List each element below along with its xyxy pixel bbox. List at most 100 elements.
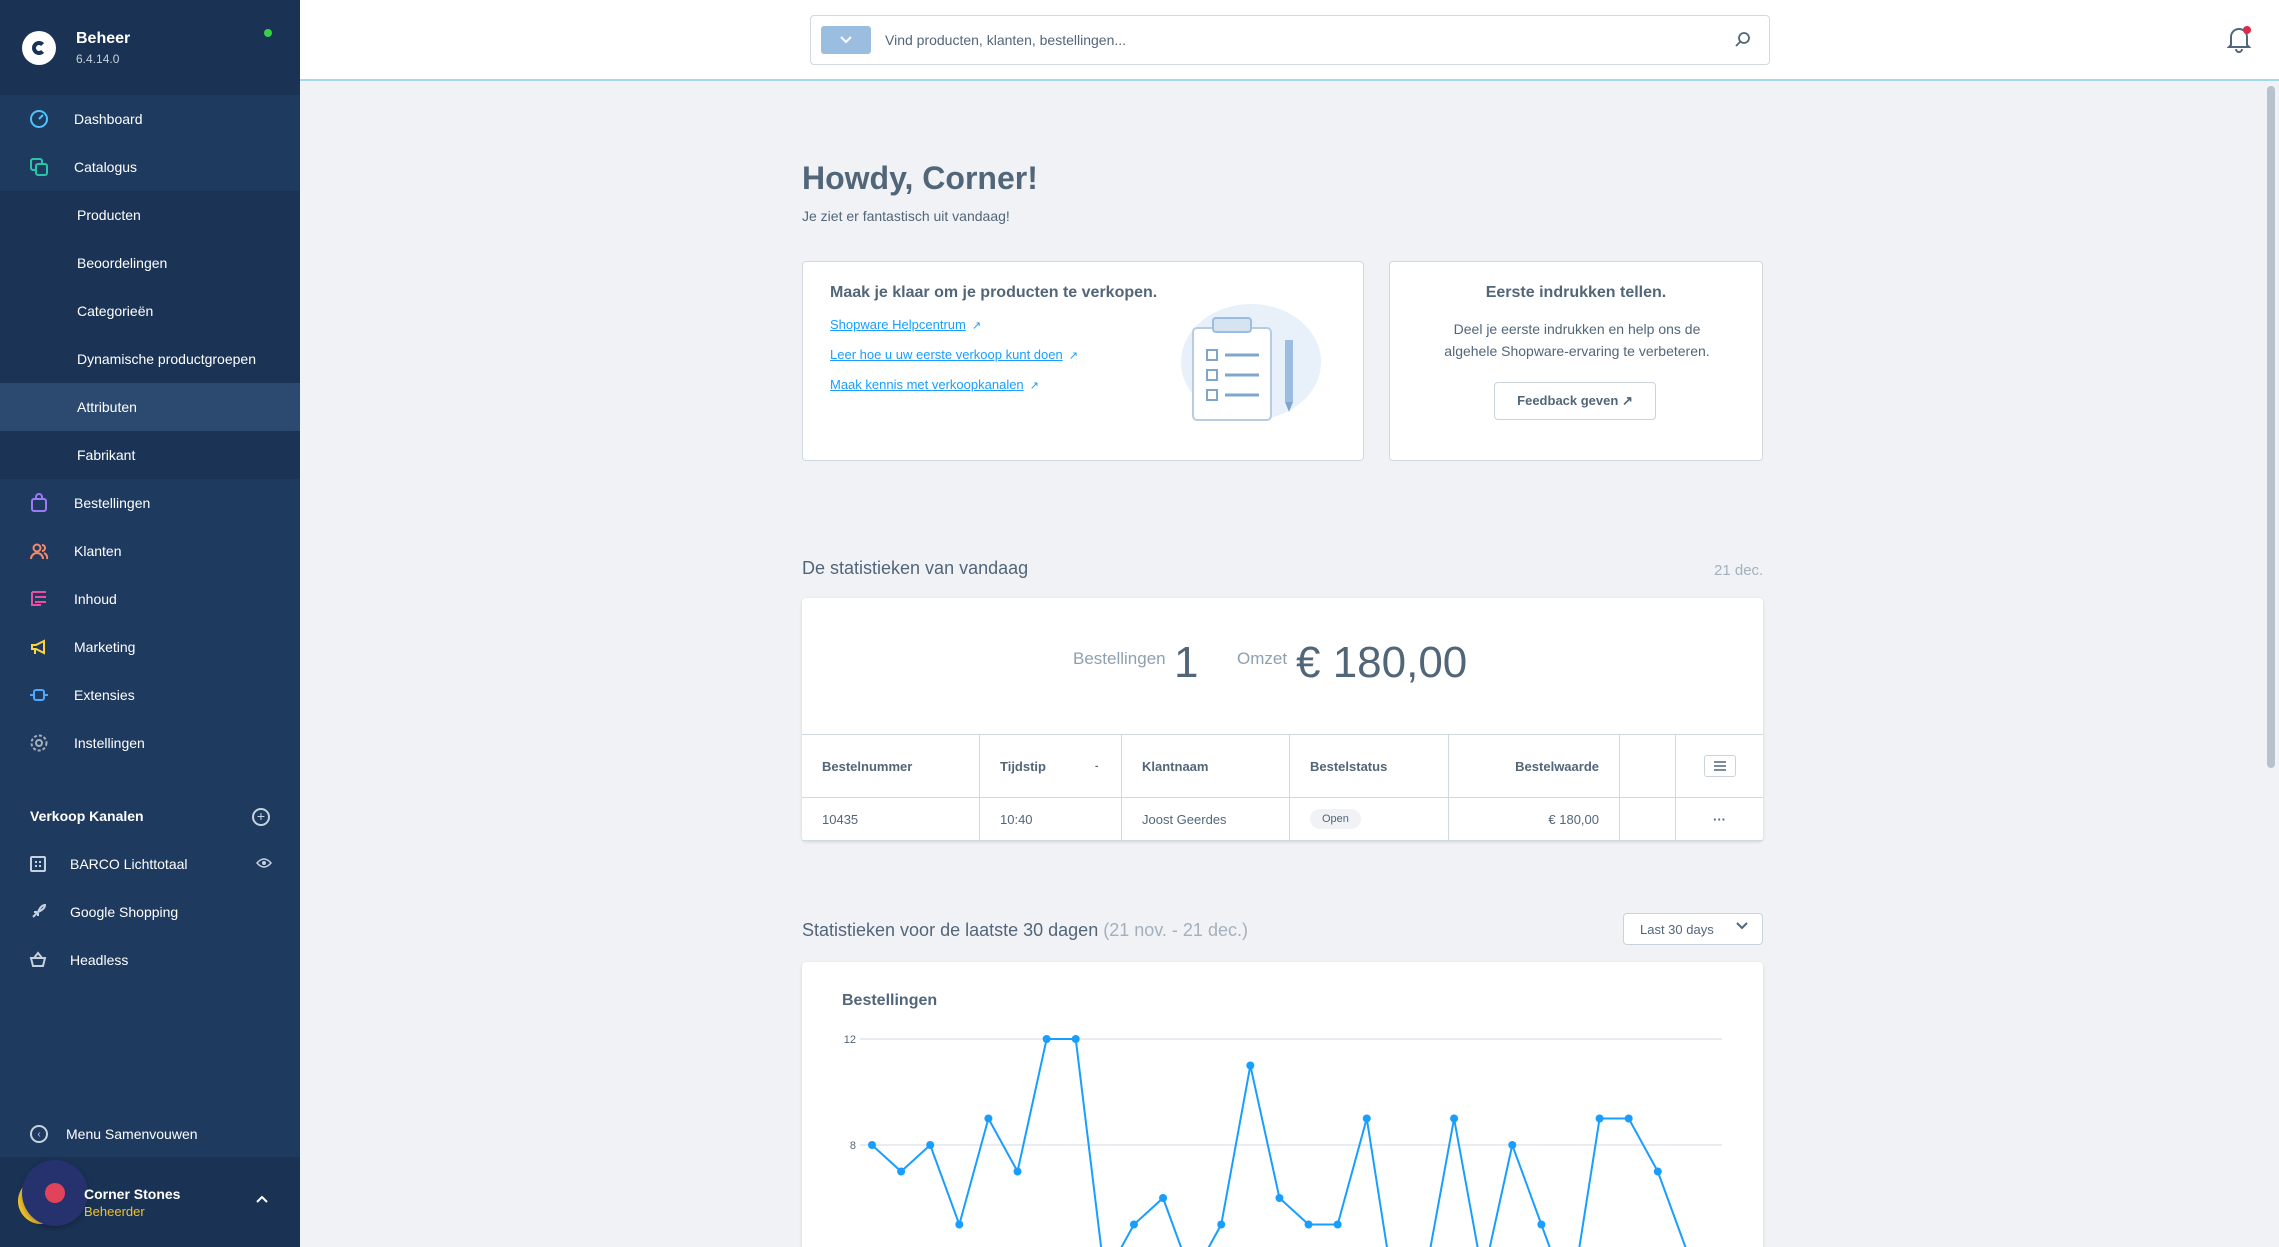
stats-30-range: (21 nov. - 21 dec.): [1103, 920, 1248, 940]
first-sale-link[interactable]: Leer hoe u uw eerste verkoop kunt doen ↗: [830, 347, 1078, 362]
sales-channel-headless[interactable]: Headless: [0, 936, 300, 984]
data-point[interactable]: [1362, 1114, 1371, 1123]
column-header-tijdstip[interactable]: Tijdstip -: [980, 735, 1122, 797]
plug-icon: [28, 684, 50, 706]
date-range-select[interactable]: Last 30 days: [1623, 913, 1763, 945]
data-point[interactable]: [984, 1114, 993, 1123]
sidebar-item-marketing[interactable]: Marketing: [0, 623, 300, 671]
search-type-dropdown[interactable]: [821, 26, 871, 54]
sidebar-item-catalogus[interactable]: Catalogus: [0, 143, 300, 191]
sales-channel-google-shopping[interactable]: Google Shopping: [0, 888, 300, 936]
sort-icon: -: [1095, 760, 1099, 772]
data-point[interactable]: [1217, 1220, 1226, 1229]
data-point[interactable]: [1246, 1061, 1255, 1070]
gear-icon: [28, 732, 50, 754]
data-point[interactable]: [1071, 1035, 1080, 1043]
data-point[interactable]: [1653, 1167, 1662, 1176]
shopware-logo-icon: [22, 30, 56, 65]
data-point[interactable]: [1304, 1220, 1313, 1229]
orders-kpi-value: 1: [1174, 638, 1199, 687]
column-spacer: [1620, 735, 1676, 797]
sidebar-item-instellingen[interactable]: Instellingen: [0, 719, 300, 767]
sales-channels-title: Verkoop Kanalen: [30, 808, 144, 824]
external-link-icon: ↗: [971, 320, 982, 332]
notification-bell-icon[interactable]: [2226, 25, 2252, 53]
revenue-kpi-label: Omzet: [1237, 649, 1288, 668]
data-point[interactable]: [1624, 1114, 1633, 1123]
chevron-left-circle-icon: ‹: [30, 1125, 48, 1143]
column-header-bestelnummer[interactable]: Bestelnummer: [802, 735, 980, 797]
data-point[interactable]: [1333, 1220, 1342, 1229]
today-stats-title: De statistieken van vandaag: [802, 558, 1029, 578]
data-point[interactable]: [1595, 1114, 1604, 1123]
sidebar-item-label: Klanten: [74, 543, 122, 559]
feedback-text: Deel je eerste indrukken en help ons de …: [1444, 321, 1710, 359]
users-icon: [28, 540, 50, 562]
data-point[interactable]: [1450, 1114, 1459, 1123]
sidebar-item-dashboard[interactable]: Dashboard: [0, 95, 300, 143]
data-point[interactable]: [1013, 1167, 1022, 1176]
online-status-dot: [264, 29, 272, 37]
page-scrollbar[interactable]: [2267, 86, 2275, 768]
sidebar-item-label: Catalogus: [74, 159, 138, 175]
data-point[interactable]: [897, 1167, 906, 1176]
column-header-bestelwaarde[interactable]: Bestelwaarde: [1449, 735, 1620, 797]
external-link-icon: ↗: [1068, 350, 1078, 362]
basket-icon: [28, 950, 48, 970]
chevron-up-icon[interactable]: [256, 1192, 268, 1206]
data-point[interactable]: [1159, 1194, 1168, 1202]
feedback-title: Eerste indrukken tellen.: [1485, 284, 1667, 301]
sidebar-item-inhoud[interactable]: Inhoud: [0, 575, 300, 623]
eye-icon[interactable]: [256, 856, 272, 872]
page-title: Howdy, Corner!: [802, 160, 1038, 196]
link-label: Leer hoe u uw eerste verkoop kunt doen: [830, 347, 1063, 362]
sidebar-subitem-dynamische-productgroepen[interactable]: Dynamische productgroepen: [0, 335, 300, 383]
sales-channel-label: Headless: [70, 952, 129, 968]
revenue-kpi-value: € 180,00: [1296, 638, 1468, 687]
sidebar-item-label: Extensies: [74, 687, 135, 703]
sales-channels-link[interactable]: Maak kennis met verkoopkanalen ↗: [830, 377, 1039, 392]
rocket-icon: [28, 902, 48, 922]
data-point[interactable]: [1537, 1220, 1546, 1229]
catalog-icon: [28, 156, 50, 178]
storefront-icon: [28, 854, 48, 874]
sidebar-subitem-producten[interactable]: Producten: [0, 191, 300, 239]
sidebar-item-bestellingen[interactable]: Bestellingen: [0, 479, 300, 527]
brand-name: Beheer: [76, 29, 131, 47]
collapse-menu-button[interactable]: ‹ Menu Samenvouwen: [0, 1110, 300, 1158]
sidebar-item-klanten[interactable]: Klanten: [0, 527, 300, 575]
search-icon[interactable]: [1733, 30, 1753, 50]
data-point[interactable]: [955, 1220, 964, 1229]
sidebar-subitem-fabrikant[interactable]: Fabrikant: [0, 431, 300, 479]
data-point[interactable]: [1275, 1194, 1284, 1202]
sidebar-item-extensies[interactable]: Extensies: [0, 671, 300, 719]
column-settings-icon[interactable]: [1703, 755, 1736, 777]
sidebar-subitem-categorieen[interactable]: Categorieën: [0, 287, 300, 335]
chevron-down-icon: [1736, 922, 1748, 930]
data-point[interactable]: [868, 1141, 876, 1149]
page-subtitle: Je ziet er fantastisch uit vandaag!: [802, 208, 1010, 224]
sidebar-item-label: Beoordelingen: [77, 255, 168, 271]
data-point[interactable]: [926, 1141, 935, 1149]
table-row[interactable]: 10435 10:40 Joost Geerdes Open € 180,00 …: [802, 798, 1763, 841]
column-header-bestelstatus[interactable]: Bestelstatus: [1290, 735, 1449, 797]
sidebar-item-label: Attributen: [77, 399, 137, 415]
data-point[interactable]: [1129, 1220, 1138, 1229]
data-point[interactable]: [1042, 1035, 1051, 1043]
sidebar-subitem-attributen[interactable]: Attributen: [0, 383, 300, 431]
stats-30-title: Statistieken voor de laatste 30 dagen (2…: [802, 920, 1248, 941]
row-actions-icon[interactable]: ···: [1676, 798, 1763, 840]
cell-customer: Joost Geerdes: [1122, 798, 1290, 840]
orders-chart-card: Bestellingen 12 8: [802, 962, 1763, 1247]
sales-channel-barco[interactable]: BARCO Lichttotaal: [0, 840, 300, 888]
record-overlay-icon[interactable]: [22, 1160, 88, 1226]
brand-header[interactable]: Beheer 6.4.14.0: [0, 0, 300, 95]
column-header-klantnaam[interactable]: Klantnaam: [1122, 735, 1290, 797]
data-point[interactable]: [1508, 1141, 1517, 1149]
feedback-button[interactable]: Feedback geven ↗: [1494, 382, 1656, 420]
help-center-link[interactable]: Shopware Helpcentrum ↗: [830, 317, 981, 332]
search-input[interactable]: [885, 16, 1725, 64]
sidebar-subitem-beoordelingen[interactable]: Beoordelingen: [0, 239, 300, 287]
status-badge: Open: [1310, 809, 1361, 829]
add-sales-channel-icon[interactable]: +: [252, 808, 270, 826]
